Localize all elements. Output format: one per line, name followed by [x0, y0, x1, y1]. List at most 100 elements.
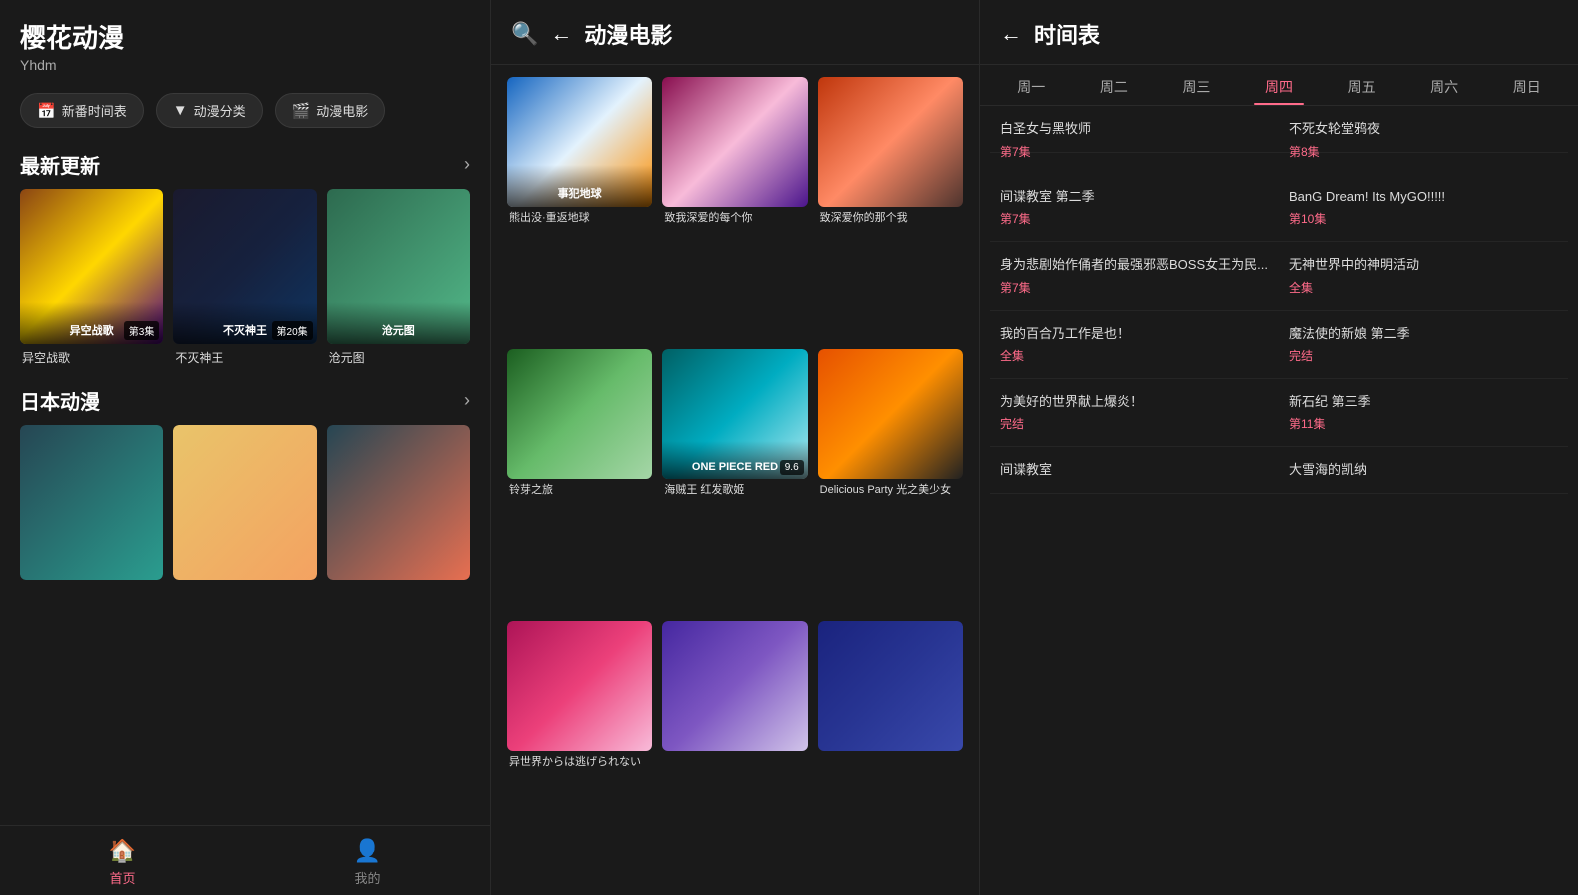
schedule-title-left-0: 白圣女与黑牧师 [1000, 120, 1269, 138]
anime-card-沧元图[interactable]: 沧元图 沧元图 [327, 189, 470, 366]
schedule-title-right-0: 不死女轮堂鸦夜 [1289, 120, 1558, 138]
schedule-title-left-3: 我的百合乃工作是也！ [1000, 325, 1269, 343]
schedule-item-left-2[interactable]: 身为悲剧始作俑者的最强邪恶BOSS女王为民... 第7集 [1000, 256, 1269, 295]
day-tab-mon[interactable]: 周一 [990, 65, 1073, 105]
japan-section-header: 日本动漫 › [0, 378, 490, 425]
middle-title: 动漫电影 [584, 18, 672, 50]
schedule-title-right-2: 无神世界中的神明活动 [1289, 256, 1558, 274]
schedule-row-4: 为美好的世界献上爆炎！ 完结 新石纪 第三季 第11集 [990, 379, 1568, 447]
day-tab-sat[interactable]: 周六 [1403, 65, 1486, 105]
schedule-item-left-0[interactable]: 白圣女与黑牧师 [1000, 120, 1269, 138]
film-icon: 🎬 [292, 102, 311, 120]
back-icon[interactable]: ← [550, 21, 572, 47]
latest-section-header: 最新更新 › [0, 142, 490, 189]
movie-img-6 [507, 621, 652, 751]
anime-card-jp-0[interactable] [20, 425, 163, 580]
schedule-ep-left-2: 第7集 [1000, 279, 1269, 296]
schedule-item-left-1[interactable]: 间谍教室 第二季 第7集 [1000, 188, 1269, 227]
day-tabs: 周一 周二 周三 周四 周五 周六 周日 [980, 65, 1578, 106]
movie-card-1[interactable]: 致我深爱的每个你 [662, 77, 807, 339]
schedule-row-1: 间谍教室 第二季 第7集 BanG Dream! Its MyGO!!!!! 第… [990, 174, 1568, 242]
schedule-item-left-4[interactable]: 为美好的世界献上爆炎！ 完结 [1000, 393, 1269, 432]
movie-card-4[interactable]: ONE PIECE RED 9.6 海贼王 红发歌姬 [662, 349, 807, 611]
right-header: ← 时间表 [980, 0, 1578, 65]
schedule-row-5: 间谍教室 大雪海的凯纳 [990, 447, 1568, 494]
schedule-item-right-1[interactable]: BanG Dream! Its MyGO!!!!! 第10集 [1289, 188, 1558, 227]
day-tab-sun[interactable]: 周日 [1485, 65, 1568, 105]
day-tab-wed[interactable]: 周三 [1155, 65, 1238, 105]
movie-card-5[interactable]: Delicious Party 光之美少女 [818, 349, 963, 611]
anime-card-img-jp-0 [20, 425, 163, 580]
anime-card-jp-1[interactable] [173, 425, 316, 580]
filter-icon: ▼ [173, 102, 188, 119]
schedule-ep-left-0-text: 第7集 [1000, 143, 1269, 160]
score-badge-4: 9.6 [780, 460, 804, 475]
movie-label-3: 铃芽之旅 [507, 483, 652, 513]
anime-card-img-沧元图: 沧元图 [327, 189, 470, 344]
schedule-item-left-3[interactable]: 我的百合乃工作是也！ 全集 [1000, 325, 1269, 364]
schedule-title-left-2: 身为悲剧始作俑者的最强邪恶BOSS女王为民... [1000, 256, 1269, 274]
anime-card-img-jp-2 [327, 425, 470, 580]
day-tab-fri[interactable]: 周五 [1320, 65, 1403, 105]
movie-img-3 [507, 349, 652, 479]
movie-label-6: 异世界からは逃げられない [507, 755, 652, 785]
latest-section-arrow[interactable]: › [464, 154, 470, 175]
schedule-item-right-2[interactable]: 无神世界中的神明活动 全集 [1289, 256, 1558, 295]
schedule-title: 时间表 [1034, 18, 1100, 50]
movie-grid: 事犯地球 熊出没·重返地球 致我深爱的每个你 致深爱你的那个我 铃芽之旅 [491, 65, 979, 895]
latest-section-title: 最新更新 [20, 150, 100, 179]
schedule-ep-right-3: 完结 [1289, 347, 1558, 364]
calendar-icon: 📅 [37, 102, 56, 120]
left-toolbar: 📅 新番时间表 ▼ 动漫分类 🎬 动漫电影 [0, 83, 490, 142]
search-icon[interactable]: 🔍 [511, 21, 538, 47]
anime-card-不灭神王[interactable]: 不灭神王 第20集 不灭神王 [173, 189, 316, 366]
schedule-ep-right-1: 第10集 [1289, 210, 1558, 227]
schedule-item-right-5[interactable]: 大雪海的凯纳 [1289, 461, 1558, 479]
movie-card-8[interactable] [818, 621, 963, 883]
movie-label-4: 海贼王 红发歌姬 [662, 483, 807, 513]
left-header: 樱花动漫 Yhdm [0, 0, 490, 83]
movie-label-2: 致深爱你的那个我 [818, 211, 963, 241]
movie-label-8 [818, 755, 963, 785]
schedule-title-left-5: 间谍教室 [1000, 461, 1269, 479]
app-title-cn: 樱花动漫 [20, 18, 124, 55]
movie-label-1: 致我深爱的每个你 [662, 211, 807, 241]
nav-home[interactable]: 🏠 首页 [0, 826, 245, 895]
nav-profile[interactable]: 👤 我的 [245, 826, 490, 895]
movie-card-3[interactable]: 铃芽之旅 [507, 349, 652, 611]
middle-header: 🔍 ← 动漫电影 [491, 0, 979, 65]
anime-card-异空战歌[interactable]: 异空战歌 第3集 异空战歌 [20, 189, 163, 366]
anime-card-img-jp-1 [173, 425, 316, 580]
schedule-title-right-5: 大雪海的凯纳 [1289, 461, 1558, 479]
day-tab-thu[interactable]: 周四 [1238, 65, 1321, 105]
app-title-en: Yhdm [20, 57, 124, 73]
movie-img-8 [818, 621, 963, 751]
anime-category-button[interactable]: ▼ 动漫分类 [156, 93, 263, 128]
anime-movie-button[interactable]: 🎬 动漫电影 [275, 93, 386, 128]
movie-card-6[interactable]: 异世界からは逃げられない [507, 621, 652, 883]
app-layout: 樱花动漫 Yhdm 📅 新番时间表 ▼ 动漫分类 🎬 动漫电影 最新更新 › [0, 0, 1578, 895]
new-schedule-button[interactable]: 📅 新番时间表 [20, 93, 144, 128]
schedule-ep-right-0-text: 第8集 [1289, 143, 1558, 160]
schedule-item-left-5[interactable]: 间谍教室 [1000, 461, 1269, 479]
schedule-item-right-0[interactable]: 不死女轮堂鸦夜 [1289, 120, 1558, 138]
movie-img-5 [818, 349, 963, 479]
latest-card-row: 异空战歌 第3集 异空战歌 不灭神王 第20集 不灭神王 沧元图 沧元图 [0, 189, 490, 378]
japan-section-arrow[interactable]: › [464, 390, 470, 411]
anime-card-jp-2[interactable] [327, 425, 470, 580]
schedule-back-icon[interactable]: ← [1000, 21, 1022, 47]
movie-label-0: 熊出没·重返地球 [507, 211, 652, 241]
movie-label-7 [662, 755, 807, 785]
movie-card-0[interactable]: 事犯地球 熊出没·重返地球 [507, 77, 652, 339]
schedule-ep-right-4: 第11集 [1289, 415, 1558, 432]
movie-card-2[interactable]: 致深爱你的那个我 [818, 77, 963, 339]
anime-card-label-0: 异空战歌 [20, 349, 163, 366]
profile-icon: 👤 [354, 838, 381, 864]
movie-card-7[interactable] [662, 621, 807, 883]
day-tab-tue[interactable]: 周二 [1073, 65, 1156, 105]
schedule-ep-left-0: 第7集 [1000, 143, 1269, 160]
schedule-ep-right-0: 第8集 [1289, 143, 1558, 160]
anime-card-img-异空战歌: 异空战歌 第3集 [20, 189, 163, 344]
schedule-item-right-3[interactable]: 魔法使的新娘 第二季 完结 [1289, 325, 1558, 364]
schedule-item-right-4[interactable]: 新石纪 第三季 第11集 [1289, 393, 1558, 432]
